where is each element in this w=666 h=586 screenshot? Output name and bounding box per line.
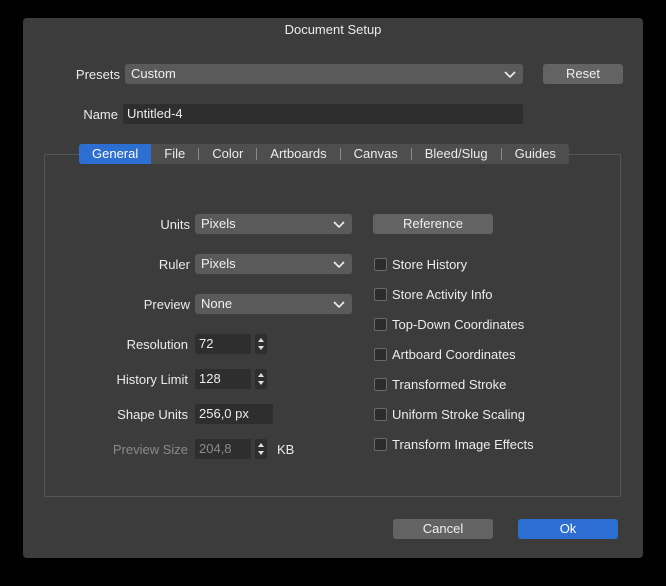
units-value: Pixels (201, 216, 236, 231)
resolution-stepper[interactable] (255, 334, 267, 354)
units-select[interactable]: Pixels (195, 214, 352, 234)
shape-units-label: Shape Units (117, 407, 188, 422)
chevron-down-icon (332, 296, 346, 312)
preview-select[interactable]: None (195, 294, 352, 314)
store-activity-info-label: Store Activity Info (392, 287, 493, 302)
transform-image-effects-checkbox[interactable] (374, 438, 387, 451)
ruler-value: Pixels (201, 256, 236, 271)
uniform-stroke-scaling-checkbox[interactable] (374, 408, 387, 421)
stepper-arrows-icon (255, 369, 267, 389)
chevron-down-icon (332, 256, 346, 272)
tab-bar: General File Color Artboards Canvas Blee… (79, 144, 569, 164)
tab-color[interactable]: Color (199, 144, 256, 164)
transform-image-effects-label: Transform Image Effects (392, 437, 534, 452)
tab-guides[interactable]: Guides (502, 144, 569, 164)
name-input[interactable]: Untitled-4 (123, 104, 523, 124)
shape-units-input[interactable]: 256,0 px (195, 404, 273, 424)
preview-size-stepper[interactable] (255, 439, 267, 459)
artboard-coordinates-label: Artboard Coordinates (392, 347, 516, 362)
name-label: Name (83, 107, 118, 122)
resolution-input[interactable]: 72 (195, 334, 251, 354)
ok-button[interactable]: Ok (518, 519, 618, 539)
history-limit-stepper[interactable] (255, 369, 267, 389)
preview-size-unit: KB (277, 442, 295, 457)
preview-value: None (201, 296, 233, 311)
artboard-coordinates-checkbox[interactable] (374, 348, 387, 361)
units-label: Units (160, 217, 190, 232)
window-title: Document Setup (284, 22, 382, 37)
chevron-down-icon (503, 66, 517, 82)
presets-label: Presets (75, 67, 120, 82)
resolution-label: Resolution (126, 337, 188, 352)
stepper-arrows-icon (255, 334, 267, 354)
document-setup-dialog: Document Setup Presets Custom Reset Name… (23, 18, 643, 558)
store-history-label: Store History (392, 257, 468, 272)
preview-size-input[interactable]: 204,8 (195, 439, 251, 459)
history-limit-input[interactable]: 128 (195, 369, 251, 389)
top-down-coordinates-checkbox[interactable] (374, 318, 387, 331)
reset-button[interactable]: Reset (543, 64, 623, 84)
store-history-checkbox[interactable] (374, 258, 387, 271)
tab-bleed-slug[interactable]: Bleed/Slug (412, 144, 501, 164)
ruler-select[interactable]: Pixels (195, 254, 352, 274)
history-limit-label: History Limit (116, 372, 188, 387)
presets-select[interactable]: Custom (125, 64, 523, 84)
transformed-stroke-label: Transformed Stroke (392, 377, 507, 392)
chevron-down-icon (332, 216, 346, 232)
store-activity-info-checkbox[interactable] (374, 288, 387, 301)
presets-value: Custom (131, 66, 176, 81)
tab-canvas[interactable]: Canvas (341, 144, 411, 164)
uniform-stroke-scaling-label: Uniform Stroke Scaling (392, 407, 525, 422)
top-down-coordinates-label: Top-Down Coordinates (392, 317, 525, 332)
tab-general[interactable]: General (79, 144, 152, 164)
tab-artboards[interactable]: Artboards (257, 144, 339, 164)
cancel-button[interactable]: Cancel (393, 519, 493, 539)
ruler-label: Ruler (158, 257, 190, 272)
transformed-stroke-checkbox[interactable] (374, 378, 387, 391)
preview-label: Preview (143, 297, 190, 312)
tab-file[interactable]: File (151, 144, 198, 164)
preview-size-label: Preview Size (112, 442, 188, 457)
reference-button[interactable]: Reference (373, 214, 493, 234)
stepper-arrows-icon (255, 439, 267, 459)
